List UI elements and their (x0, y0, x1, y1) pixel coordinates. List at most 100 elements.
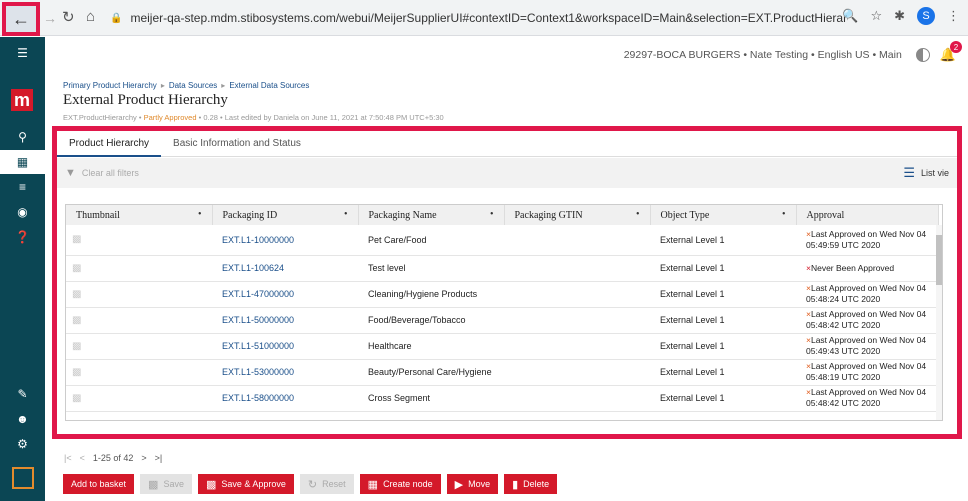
column-header[interactable]: Approval (796, 205, 939, 225)
trash-icon: ▮ (512, 478, 519, 491)
app-header: 29297-BOCA BURGERS • Nate Testing • Engl… (45, 37, 968, 73)
first-page-icon[interactable]: |< (64, 453, 72, 463)
packaging-gtin (504, 333, 650, 360)
column-header[interactable]: Thumbnail • (66, 205, 213, 225)
approval-status-cell: ×Never Been Approved (796, 255, 938, 282)
packaging-id-link[interactable]: EXT.L1-53000000 (212, 359, 358, 386)
zoom-icon[interactable]: 🔍 (842, 8, 858, 24)
notification-badge: 2 (950, 41, 962, 53)
packaging-id-link[interactable]: EXT.L1-10000000 (212, 225, 358, 256)
packaging-id-link[interactable]: EXT.L1-58000000 (212, 385, 358, 412)
packaging-id-link[interactable]: EXT.L1-51000000 (212, 333, 358, 360)
list-filter-icon[interactable]: ≡ (0, 175, 45, 199)
clear-filters-button[interactable]: ▼ Clear all filters (65, 167, 139, 179)
thumbnail-icon: ▩ (66, 359, 212, 386)
column-menu-icon[interactable]: • (490, 209, 494, 220)
reload-icon[interactable]: ↻ (62, 8, 75, 26)
prev-page-icon[interactable]: < (80, 453, 85, 463)
help-icon[interactable]: ❓ (0, 225, 45, 249)
column-menu-icon[interactable]: • (198, 209, 202, 220)
thumbnail-icon: ▩ (66, 225, 212, 256)
context-info[interactable]: 29297-BOCA BURGERS • Nate Testing • Engl… (624, 49, 902, 61)
save-approve-button[interactable]: ▩ Save & Approve (197, 474, 294, 494)
column-menu-icon[interactable]: • (782, 209, 786, 220)
last-page-icon[interactable]: >| (155, 453, 163, 463)
url-text[interactable]: meijer-qa-step.mdm.stibosystems.com/webu… (130, 11, 848, 25)
packaging-name: Food/Beverage/Tobacco (358, 307, 504, 334)
tree-icon[interactable]: ▦ (0, 150, 45, 174)
packaging-id-link[interactable]: EXT.L1-100624 (212, 255, 358, 282)
scrollbar-thumb[interactable] (936, 235, 942, 285)
save-button[interactable]: ▩ Save (140, 474, 192, 494)
breadcrumb-item[interactable]: External Data Sources (229, 81, 309, 90)
packaging-name: Pet Care/Food (358, 225, 504, 256)
forward-arrow-icon[interactable]: → (43, 10, 57, 26)
extensions-icon[interactable]: ✱ (894, 8, 905, 24)
add-to-basket-button[interactable]: Add to basket (63, 474, 135, 494)
hamburger-menu-icon[interactable]: ☰ (0, 41, 45, 65)
theme-toggle-icon[interactable] (915, 48, 930, 62)
bell-icon[interactable]: 🔔 2 (940, 41, 962, 63)
star-icon[interactable]: ☆ (870, 8, 882, 24)
object-type: External Level 1 (650, 385, 796, 412)
table-row[interactable]: ▩ EXT.L1-10000000 Pet Care/Food External… (66, 225, 938, 256)
column-header[interactable]: Packaging Name • (358, 205, 505, 225)
tab-basic-information[interactable]: Basic Information and Status (161, 131, 313, 157)
packaging-name: Beauty/Personal Care/Hygiene (358, 359, 504, 386)
column-header[interactable]: Packaging ID • (212, 205, 359, 225)
gear-icon[interactable]: ⚙ (0, 432, 45, 456)
profile-avatar[interactable]: S (917, 7, 935, 25)
column-menu-icon[interactable]: • (344, 209, 348, 220)
list-view-button[interactable]: ☰ List vie (903, 165, 949, 181)
browser-toolbar: ← → ↻ ⌂ 🔒 meijer-qa-step.mdm.stibosystem… (0, 0, 968, 36)
reset-button[interactable]: ↻ Reset (299, 474, 354, 494)
save-approve-icon: ▩ (205, 478, 217, 491)
breadcrumb-item[interactable]: Primary Product Hierarchy (63, 81, 157, 90)
lock-icon: 🔒 (110, 12, 123, 24)
table-row[interactable]: ▩ EXT.L1-100624 Test level External Leve… (66, 255, 938, 282)
table-row[interactable]: ▩ EXT.L1-51000000 Healthcare External Le… (66, 333, 938, 360)
packaging-id-link[interactable]: EXT.L1-50000000 (212, 307, 358, 334)
search-icon[interactable]: ⚲ (0, 125, 45, 149)
page-range: 1-25 of 42 (92, 453, 134, 463)
next-page-icon[interactable]: > (141, 453, 146, 463)
column-menu-icon[interactable]: • (636, 209, 640, 220)
tab-product-hierarchy[interactable]: Product Hierarchy (57, 131, 162, 157)
column-header[interactable]: Object Type • (650, 205, 797, 225)
create-node-button[interactable]: ▦ Create node (359, 474, 441, 494)
table-row[interactable]: ▩ EXT.L1-58000000 Cross Segment External… (66, 385, 938, 412)
address-bar[interactable]: 🔒 meijer-qa-step.mdm.stibosystems.com/we… (110, 6, 848, 30)
approval-status-cell: ×Last Approved on Wed Nov 04 05:49:59 UT… (796, 225, 938, 256)
back-arrow-icon[interactable]: ← (2, 2, 40, 36)
notes-icon[interactable]: ✎ (0, 382, 45, 406)
table-row[interactable]: ▩ EXT.L1-50000000 Food/Beverage/Tobacco … (66, 307, 938, 334)
packaging-name: Cleaning/Hygiene Products (358, 281, 504, 308)
tab-bar: Product Hierarchy Basic Information and … (57, 131, 957, 157)
table-scrollbar[interactable] (936, 225, 942, 420)
kebab-menu-icon[interactable]: ⋮ (947, 8, 960, 24)
object-type: External Level 1 (650, 225, 796, 256)
move-button[interactable]: ▶ Move (446, 474, 499, 494)
thumbnail-icon: ▩ (66, 255, 212, 282)
packaging-id-link[interactable]: EXT.L1-47000000 (212, 281, 358, 308)
action-bar: Add to basket ▩ Save ▩ Save & Approve ↻ Res… (63, 474, 558, 494)
basket-icon[interactable]: ◉ (0, 200, 45, 224)
user-icon[interactable]: ☻ (0, 407, 45, 431)
home-icon[interactable]: ⌂ (86, 8, 95, 25)
thumbnail-icon: ▩ (66, 385, 212, 412)
left-nav-rail: ☰ m ⚲ ▦ ≡ ◉ ❓ ✎ ☻ ⚙ (0, 37, 45, 501)
delete-button[interactable]: ▮ Delete (504, 474, 558, 494)
table-row[interactable]: ▩ EXT.L1-53000000 Beauty/Personal Care/H… (66, 359, 938, 386)
meijer-logo: m (11, 89, 33, 111)
table-row[interactable]: ▩ EXT.L1-47000000 Cleaning/Hygiene Produ… (66, 281, 938, 308)
page-title: External Product Hierarchy (63, 92, 228, 108)
move-arrow-icon: ▶ (454, 478, 464, 491)
breadcrumb-item[interactable]: Data Sources (169, 81, 217, 90)
corner-square-icon[interactable] (12, 467, 34, 489)
packaging-gtin (504, 307, 650, 334)
save-icon: ▩ (148, 478, 159, 491)
approval-status-cell: ×Last Approved on Wed Nov 04 05:48:42 UT… (796, 307, 938, 334)
thumbnail-icon: ▩ (66, 281, 212, 308)
column-header[interactable]: Packaging GTIN • (504, 205, 651, 225)
packaging-name: Healthcare (358, 333, 504, 360)
